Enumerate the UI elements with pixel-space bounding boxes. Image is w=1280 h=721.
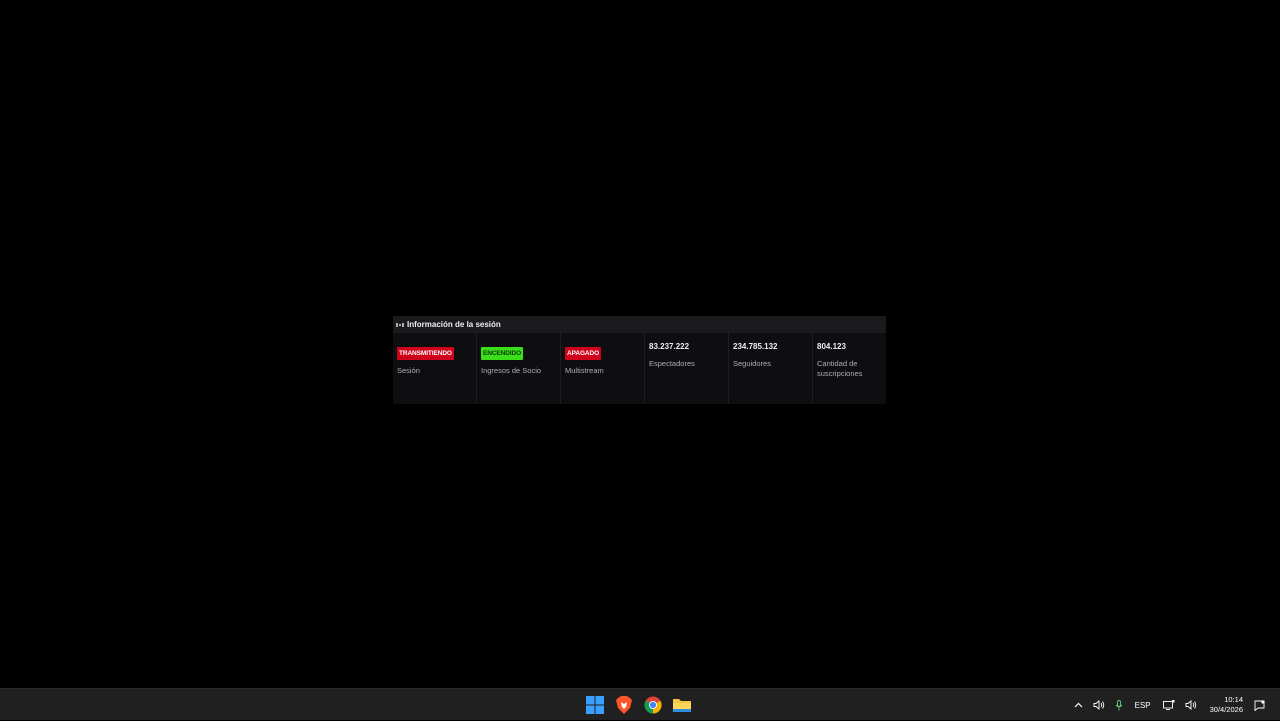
- panel-title: Información de la sesión: [407, 320, 501, 329]
- volume-icon[interactable]: [1093, 695, 1105, 715]
- stat-multistream: APAGADO Multistream: [561, 333, 645, 404]
- chrome-icon[interactable]: [643, 695, 663, 715]
- microphone-icon[interactable]: [1115, 695, 1123, 715]
- panel-body: TRANSMITIENDO Sesión ENCENDIDO Ingresos …: [393, 333, 886, 404]
- system-tray: ESP 10:14 30/4/2026: [1069, 689, 1270, 721]
- clock-date: 30/4/2026: [1209, 705, 1243, 714]
- notification-icon[interactable]: [1254, 695, 1265, 715]
- stat-viewers: 83.237.222 Espectadores: [645, 333, 729, 404]
- file-explorer-icon[interactable]: [672, 695, 692, 715]
- broadcast-icon: [396, 322, 404, 328]
- stat-label: Sesión: [397, 366, 420, 375]
- stat-label: Multistream: [565, 366, 604, 375]
- stat-session: TRANSMITIENDO Sesión: [393, 333, 477, 404]
- desktop: Información de la sesión TRANSMITIENDO S…: [0, 0, 1280, 688]
- taskbar-apps: [585, 695, 692, 715]
- stat-subscriptions: 804.123 Cantidad de suscripciones: [813, 333, 886, 404]
- status-badge: APAGADO: [565, 347, 602, 360]
- clock-time: 10:14: [1224, 695, 1243, 704]
- language-indicator[interactable]: ESP: [1135, 695, 1151, 715]
- stat-value: 83.237.222: [649, 342, 690, 351]
- windows-start-icon[interactable]: [585, 695, 605, 715]
- stat-value: 234.785.132: [733, 342, 778, 351]
- network-icon[interactable]: [1162, 695, 1175, 715]
- stat-label: Cantidad de suscripciones: [817, 359, 863, 378]
- stat-value: 804.123: [817, 342, 846, 351]
- stat-partner-revenue: ENCENDIDO Ingresos de Socio: [477, 333, 561, 404]
- status-badge: ENCENDIDO: [481, 347, 524, 360]
- chevron-up-icon[interactable]: [1074, 695, 1083, 715]
- status-badge: TRANSMITIENDO: [397, 347, 454, 360]
- stat-label: Seguidores: [733, 359, 771, 368]
- session-info-panel: Información de la sesión TRANSMITIENDO S…: [393, 316, 886, 404]
- taskbar: ESP 10:14 30/4/2026: [0, 688, 1280, 720]
- stat-label: Espectadores: [649, 359, 695, 368]
- stat-followers: 234.785.132 Seguidores: [729, 333, 813, 404]
- stat-label: Ingresos de Socio: [481, 366, 542, 375]
- brave-browser-icon[interactable]: [614, 695, 634, 715]
- clock[interactable]: 10:14 30/4/2026: [1210, 695, 1243, 715]
- panel-header: Información de la sesión: [393, 316, 886, 333]
- speaker-icon[interactable]: [1185, 695, 1197, 715]
